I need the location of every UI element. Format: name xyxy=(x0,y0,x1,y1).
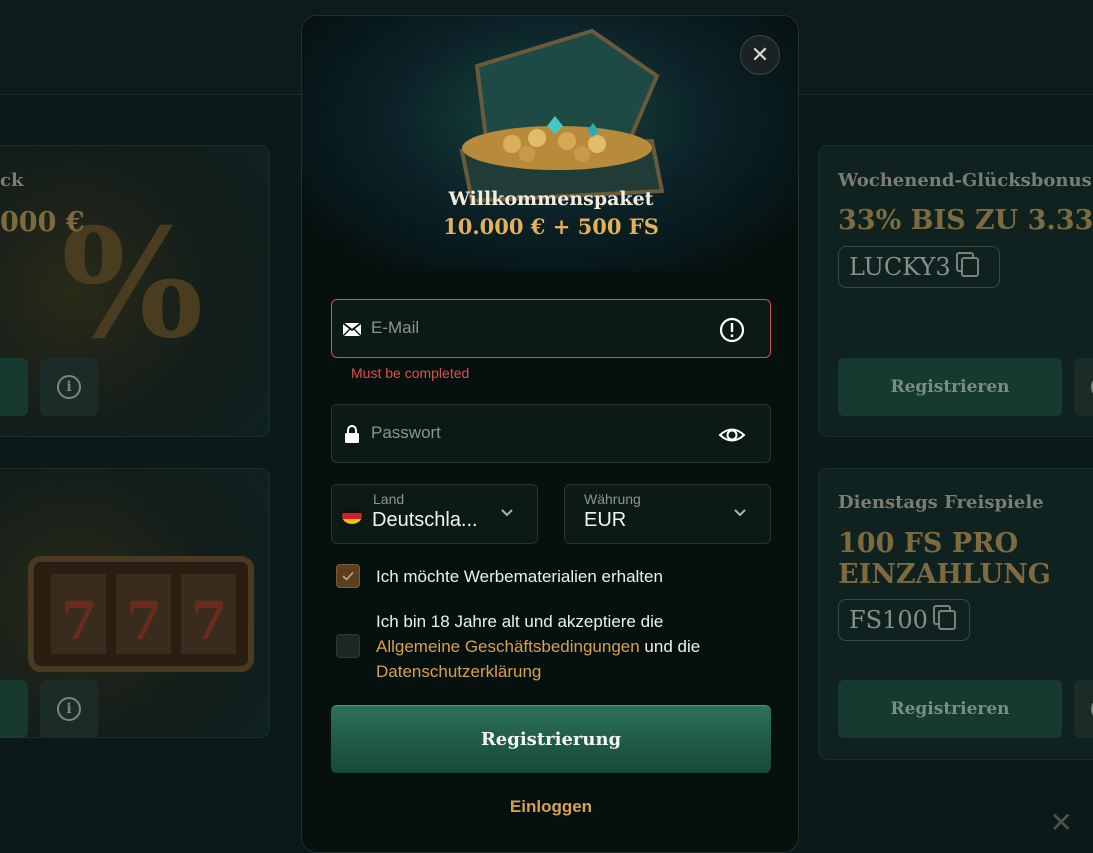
register-button[interactable]: Registrierung xyxy=(331,705,771,773)
checkmark-icon xyxy=(342,571,354,581)
bg-promo-code-text: FS100 xyxy=(849,606,928,634)
currency-value: EUR xyxy=(584,509,627,531)
email-field[interactable]: E-Mail xyxy=(331,299,771,358)
terms-checkbox[interactable] xyxy=(336,634,360,658)
bg-register-button-left-1[interactable] xyxy=(0,358,28,416)
registration-modal: Willkommenspaket 10.000 € + 500 FS ✕ E-M… xyxy=(301,15,799,853)
copy-icon xyxy=(937,610,956,630)
bg-promo-code-lucky3[interactable]: LUCKY3 xyxy=(838,246,1000,288)
bg-info-button-left-1[interactable]: i xyxy=(40,358,98,416)
bg-info-button-tuesday[interactable]: i xyxy=(1074,680,1093,738)
treasure-chest-illustration xyxy=(459,28,665,204)
slot-machine-art: 7 7 7 xyxy=(28,556,254,672)
terms-and-conditions-link[interactable]: Allgemeine Geschäftsbedingungen xyxy=(376,637,640,656)
close-modal-button[interactable]: ✕ xyxy=(740,35,780,75)
chevron-down-icon xyxy=(501,509,513,517)
bg-info-button-left-2[interactable]: i xyxy=(40,680,98,738)
terms-text-1: Ich bin 18 Jahre alt und akzeptiere die xyxy=(376,612,664,631)
chevron-down-icon xyxy=(734,509,746,517)
bg-card-amount-tuesday-line2: EINZAHLUNG xyxy=(838,559,1051,590)
country-select[interactable]: Land Deutschla... xyxy=(331,484,538,544)
close-icon[interactable]: ✕ xyxy=(1050,806,1073,839)
bg-register-button-tuesday[interactable]: Registrieren xyxy=(838,680,1062,738)
bg-card-amount-left: 000 € xyxy=(0,207,85,238)
currency-select[interactable]: Währung EUR xyxy=(564,484,771,544)
bg-card-amount-tuesday-line1: 100 FS PRO xyxy=(838,528,1019,559)
lock-icon xyxy=(345,425,359,443)
copy-icon xyxy=(960,257,979,277)
currency-label: Währung xyxy=(584,491,641,507)
country-label: Land xyxy=(373,491,405,507)
bg-card-title-weekend: Wochenend-Glücksbonus xyxy=(838,170,1092,191)
bg-promo-code-text: LUCKY3 xyxy=(849,253,951,281)
bg-promo-code-fs100[interactable]: FS100 xyxy=(838,599,970,641)
welcome-offer: 10.000 € + 500 FS xyxy=(443,214,659,239)
newsletter-label: Ich möchte Werbematerialien erhalten xyxy=(376,567,663,586)
bg-card-title-left: ck xyxy=(0,170,24,191)
login-link[interactable]: Einloggen xyxy=(302,797,798,817)
terms-text-2: und die xyxy=(639,637,701,656)
terms-label: Ich bin 18 Jahre alt und akzeptiere die … xyxy=(376,609,756,684)
password-placeholder: Passwort xyxy=(371,423,441,442)
error-alert-icon xyxy=(719,317,745,343)
eye-icon[interactable] xyxy=(718,421,746,449)
privacy-policy-link[interactable]: Datenschutzerklärung xyxy=(376,662,541,681)
bg-info-button-weekend[interactable]: i xyxy=(1074,358,1093,416)
info-icon: i xyxy=(57,697,81,721)
welcome-banner: Willkommenspaket 10.000 € + 500 FS xyxy=(302,16,798,271)
newsletter-checkbox[interactable] xyxy=(336,564,360,588)
bg-card-amount-weekend: 33% BIS ZU 3.333 € xyxy=(838,205,1093,236)
password-field[interactable]: Passwort xyxy=(331,404,771,463)
germany-flag-icon xyxy=(342,508,362,524)
svg-text:7: 7 xyxy=(61,591,97,652)
email-placeholder: E-Mail xyxy=(371,318,420,337)
svg-text:7: 7 xyxy=(191,591,227,652)
bg-card-title-tuesday: Dienstags Freispiele xyxy=(838,492,1044,513)
bg-register-button-weekend[interactable]: Registrieren xyxy=(838,358,1062,416)
welcome-title: Willkommenspaket xyxy=(448,188,654,210)
envelope-icon xyxy=(342,322,362,337)
country-value: Deutschla... xyxy=(372,509,478,531)
svg-text:7: 7 xyxy=(126,591,162,652)
info-icon: i xyxy=(57,375,81,399)
bg-register-button-left-2[interactable] xyxy=(0,680,28,738)
email-error-message: Must be completed xyxy=(351,365,470,381)
